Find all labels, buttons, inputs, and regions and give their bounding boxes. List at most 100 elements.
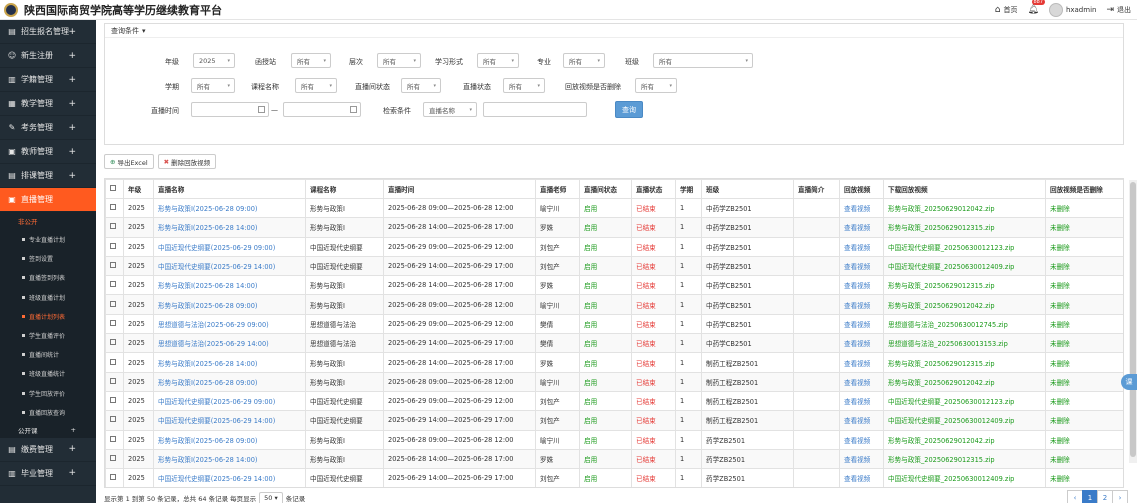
row-checkbox[interactable] (110, 204, 116, 211)
submenu-item[interactable]: 签到设置 (0, 249, 96, 268)
user-menu[interactable]: hxadmin (1048, 3, 1096, 17)
scrollbar-thumb[interactable] (1130, 182, 1136, 457)
table-cell[interactable]: 形势与政策Ⅰ(2025-06-28 14:00) (153, 275, 306, 296)
table-cell[interactable]: 查看视频 (839, 390, 884, 412)
row-select-cell[interactable] (105, 333, 124, 354)
select-site[interactable]: 所有 ▾ (291, 53, 331, 68)
sidebar-item-1[interactable]: ☺ 新生注册 + (0, 44, 96, 68)
submenu-item[interactable]: 直播计划列表 (0, 307, 96, 326)
table-cell[interactable]: 中国近现代史纲要_20250630012409.zip (883, 410, 1046, 431)
row-checkbox[interactable] (110, 435, 116, 442)
table-cell[interactable]: 形势与政策Ⅰ(2025-06-28 14:00) (153, 217, 306, 238)
select-mode[interactable]: 所有 ▾ (477, 53, 519, 68)
table-cell[interactable]: 查看视频 (839, 275, 884, 296)
select-search-field[interactable]: 直播名称 ▾ (423, 102, 477, 117)
table-cell[interactable]: 中国近现代史纲要(2025-06-29 14:00) (153, 255, 306, 277)
row-select-cell[interactable] (105, 410, 124, 431)
sidebar-item-2[interactable]: ▥ 学籍管理 + (0, 68, 96, 92)
table-cell[interactable]: 形势与政策_20250629012042.zip (883, 371, 1046, 392)
submenu-item[interactable]: 学生回放评价 (0, 384, 96, 403)
row-select-cell[interactable] (105, 429, 124, 450)
table-cell[interactable]: 查看视频 (839, 333, 884, 354)
row-checkbox[interactable] (110, 358, 116, 365)
sidebar-item-5[interactable]: ▣ 教师管理 + (0, 140, 96, 164)
table-cell[interactable]: 形势与政策_20250629012042.zip (883, 429, 1046, 450)
table-cell[interactable]: 查看视频 (839, 217, 884, 238)
table-cell[interactable]: 中国近现代史纲要_20250630012409.zip (883, 255, 1046, 277)
submenu-item[interactable]: 学生直播评价 (0, 326, 96, 345)
table-cell[interactable]: 查看视频 (839, 468, 884, 487)
page-button[interactable]: 1 (1082, 490, 1098, 503)
table-cell[interactable]: 思想道德与法治_20250630013153.zip (883, 333, 1046, 354)
table-cell[interactable]: 形势与政策Ⅰ(2025-06-28 09:00) (153, 429, 306, 450)
row-checkbox[interactable] (110, 416, 116, 423)
row-checkbox[interactable] (110, 262, 116, 269)
page-button[interactable]: 2 (1097, 490, 1113, 503)
row-checkbox[interactable] (110, 397, 116, 404)
table-cell[interactable]: 思想道德与法治(2025-06-29 09:00) (153, 313, 306, 335)
sidebar-item-4[interactable]: ✎ 考务管理 + (0, 116, 96, 140)
home-link[interactable]: ⌂ 首页 (995, 5, 1018, 15)
floating-help-button[interactable]: 课 (1121, 374, 1137, 390)
table-cell[interactable]: 查看视频 (839, 410, 884, 431)
page-scrollbar[interactable] (1129, 180, 1137, 463)
page-size-select[interactable]: 50 ▾ (259, 491, 283, 503)
row-select-cell[interactable] (105, 255, 124, 277)
date-start-input[interactable] (191, 102, 269, 117)
row-select-cell[interactable] (105, 294, 124, 315)
query-button[interactable]: 查询 (615, 101, 643, 118)
notification-button[interactable]: 🔔︎ 887 (1028, 0, 1046, 15)
select-live-status[interactable]: 所有 ▾ (503, 78, 545, 93)
logout-button[interactable]: ⇥ 退出 (1106, 5, 1131, 15)
row-select-cell[interactable] (105, 236, 124, 257)
select-all-checkbox[interactable] (110, 185, 116, 191)
page-button[interactable]: › (1112, 490, 1128, 503)
table-cell[interactable]: 形势与政策_20250629012315.zip (883, 352, 1046, 373)
table-cell[interactable]: 形势与政策_20250629012315.zip (883, 275, 1046, 296)
sidebar-item-6[interactable]: ▤ 排课管理 + (0, 164, 96, 188)
row-checkbox[interactable] (110, 223, 116, 230)
table-cell[interactable]: 形势与政策_20250629012315.zip (883, 217, 1046, 238)
table-cell[interactable]: 中国近现代史纲要_20250630012409.zip (883, 468, 1046, 487)
row-select-cell[interactable] (105, 448, 124, 470)
select-class[interactable]: 所有 ▾ (653, 53, 753, 68)
row-select-cell[interactable] (105, 275, 124, 296)
table-cell[interactable]: 查看视频 (839, 371, 884, 392)
table-cell[interactable]: 中国近现代史纲要(2025-06-29 09:00) (153, 390, 306, 412)
row-select-cell[interactable] (105, 371, 124, 392)
table-cell[interactable]: 思想道德与法治_20250630012745.zip (883, 313, 1046, 335)
row-select-cell[interactable] (105, 390, 124, 412)
page-button[interactable]: ‹ (1067, 490, 1083, 503)
table-cell[interactable]: 形势与政策Ⅰ(2025-06-28 14:00) (153, 352, 306, 373)
select-level[interactable]: 所有 ▾ (377, 53, 421, 68)
sidebar-item-0[interactable]: ▤ 招生报名管理 + (0, 20, 96, 44)
table-cell[interactable]: 形势与政策Ⅰ(2025-06-28 09:00) (153, 294, 306, 315)
submenu-item[interactable]: 班级直播计划 (0, 288, 96, 307)
select-course[interactable]: 所有 ▾ (295, 78, 337, 93)
row-checkbox[interactable] (110, 319, 116, 326)
row-checkbox[interactable] (110, 339, 116, 346)
table-cell[interactable]: 中国近现代史纲要_20250630012123.zip (883, 236, 1046, 257)
submenu-item[interactable]: 直播回放查询 (0, 403, 96, 422)
table-cell[interactable]: 查看视频 (839, 197, 884, 219)
select-year[interactable]: 2025 ▾ (193, 53, 235, 68)
table-cell[interactable]: 查看视频 (839, 352, 884, 373)
sidebar-item-bottom-0[interactable]: ▤ 缴费管理 + (0, 438, 96, 462)
table-cell[interactable]: 查看视频 (839, 448, 884, 470)
table-cell[interactable]: 查看视频 (839, 429, 884, 450)
export-excel-button[interactable]: ⊕ 导出Excel (104, 154, 154, 169)
row-select-cell[interactable] (105, 313, 124, 335)
table-cell[interactable]: 中国近现代史纲要_20250630012123.zip (883, 390, 1046, 412)
select-room-status[interactable]: 所有 ▾ (401, 78, 441, 93)
row-select-cell[interactable] (105, 217, 124, 238)
row-checkbox[interactable] (110, 281, 116, 288)
table-cell[interactable]: 查看视频 (839, 313, 884, 335)
submenu-item[interactable]: 班级直播统计 (0, 364, 96, 383)
table-cell[interactable]: 中国近现代史纲要(2025-06-29 14:00) (153, 468, 306, 487)
table-cell[interactable]: 查看视频 (839, 236, 884, 257)
row-checkbox[interactable] (110, 474, 116, 481)
row-select-cell[interactable] (105, 468, 124, 487)
search-input[interactable] (483, 102, 587, 117)
sidebar-item-live[interactable]: ▣ 直播管理 (0, 188, 96, 212)
row-checkbox[interactable] (110, 455, 116, 461)
